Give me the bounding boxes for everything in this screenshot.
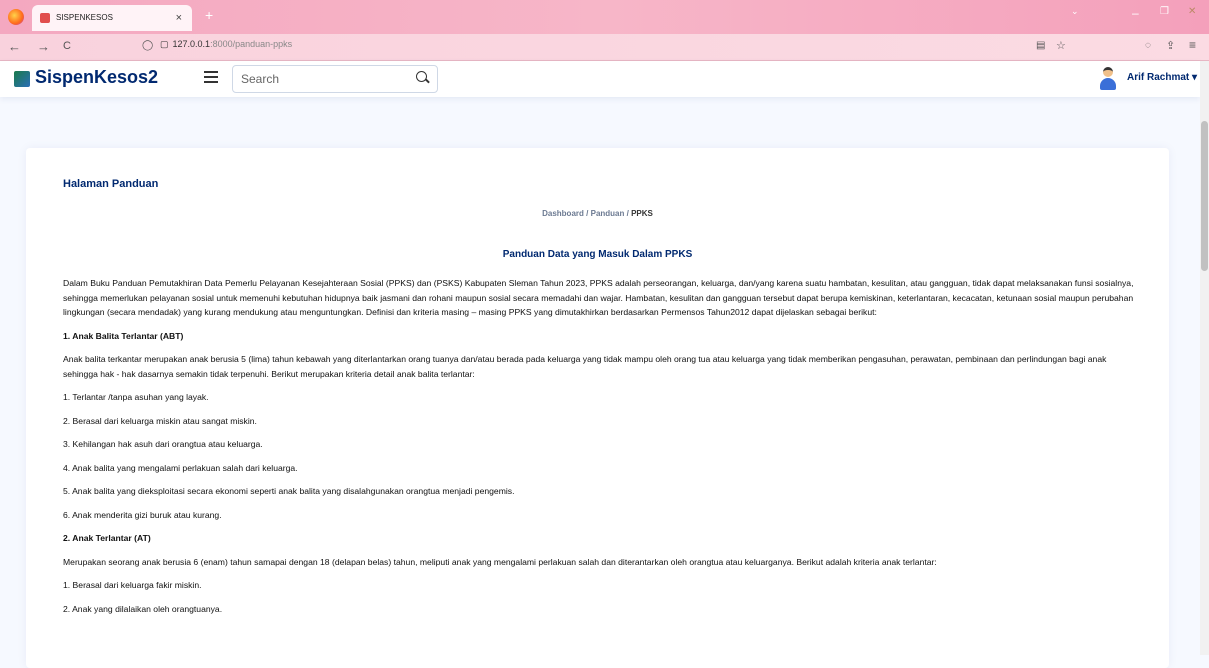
back-button[interactable]: ← xyxy=(8,39,21,54)
criteria-item: 5. Anak balita yang dieksploitasi secara… xyxy=(63,486,515,496)
extensions-icon[interactable]: ⇪ xyxy=(1166,39,1175,52)
section-description: Anak balita terkantar merupakan anak ber… xyxy=(63,354,1107,379)
close-tab-icon[interactable]: × xyxy=(176,5,182,31)
criteria-item: 1. Berasal dari keluarga fakir miskin. xyxy=(63,580,202,590)
criteria-item: 1. Terlantar /tanpa asuhan yang layak. xyxy=(63,392,209,402)
page-scrollbar[interactable] xyxy=(1200,61,1209,655)
restore-button[interactable]: ❐ xyxy=(1160,6,1169,17)
address-bar[interactable]: ▢ 127.0.0.1:8000/panduan-ppks xyxy=(160,39,292,50)
document-heading: Panduan Data yang Masuk Dalam PPKS xyxy=(502,249,693,260)
search-input[interactable] xyxy=(239,70,413,88)
scrollbar-thumb[interactable] xyxy=(1201,121,1208,271)
forward-button[interactable]: → xyxy=(37,39,50,54)
search-box xyxy=(232,65,438,93)
guide-card: Halaman Panduan Dashboard / Panduan / PP… xyxy=(26,148,1169,668)
pocket-icon[interactable]: ◌ xyxy=(1145,40,1151,51)
url-host: 127.0.0.1 xyxy=(172,39,211,49)
section-title: 2. Anak Terlantar (AT) xyxy=(63,533,151,543)
user-menu-toggle[interactable]: Arif Rachmat ▾ xyxy=(1127,72,1197,83)
firefox-logo-icon xyxy=(8,9,24,25)
criteria-item: 2. Anak yang dilalaikan oleh orangtuanya… xyxy=(63,603,223,614)
criteria-item: 3. Kehilangan hak asuh dari orangtua ata… xyxy=(63,439,263,449)
brand-logo-icon[interactable] xyxy=(14,71,30,87)
page-icon: ▢ xyxy=(160,39,169,49)
reload-button[interactable]: C xyxy=(63,40,71,52)
brand-name[interactable]: SispenKesos2 xyxy=(35,67,158,88)
url-path: :8000/panduan-ppks xyxy=(210,39,293,49)
list-tabs-icon[interactable]: ⌄ xyxy=(1071,6,1079,17)
criteria-item: 2. Berasal dari keluarga miskin atau san… xyxy=(63,415,257,426)
criteria-item: 4. Anak balita yang mengalami perlakuan … xyxy=(63,462,298,473)
breadcrumb-separator: / xyxy=(626,209,629,218)
browser-tab[interactable]: SISPENKESOS × xyxy=(32,5,192,31)
breadcrumb-panduan[interactable]: Panduan xyxy=(591,209,625,218)
user-avatar[interactable] xyxy=(1097,66,1119,90)
breadcrumb-dashboard[interactable]: Dashboard xyxy=(542,209,584,218)
site-favicon-icon xyxy=(40,13,50,23)
app-header: SispenKesos2 Arif Rachmat ▾ xyxy=(0,61,1200,97)
shield-icon[interactable]: ◯ xyxy=(142,40,153,51)
breadcrumb: Dashboard / Panduan / PPKS xyxy=(26,209,1169,218)
hamburger-menu-icon[interactable] xyxy=(204,71,218,83)
minimize-button[interactable]: – xyxy=(1132,6,1139,20)
search-icon[interactable] xyxy=(416,71,427,82)
guide-content: Dalam Buku Panduan Pemutakhiran Data Pem… xyxy=(63,276,1143,625)
close-window-button[interactable]: ✕ xyxy=(1188,6,1196,17)
reader-view-icon[interactable]: ▤ xyxy=(1036,40,1045,51)
bookmark-star-icon[interactable]: ☆ xyxy=(1056,39,1066,52)
new-tab-button[interactable]: + xyxy=(205,7,213,23)
menu-icon[interactable]: ≡ xyxy=(1189,38,1196,52)
criteria-item: 6. Anak menderita gizi buruk atau kurang… xyxy=(63,509,222,520)
page-title: Halaman Panduan xyxy=(63,178,159,190)
section-description: Merupakan seorang anak berusia 6 (enam) … xyxy=(63,556,937,567)
tab-title: SISPENKESOS xyxy=(56,13,113,22)
breadcrumb-separator: / xyxy=(586,209,589,218)
intro-paragraph: Dalam Buku Panduan Pemutakhiran Data Pem… xyxy=(63,278,1134,317)
browser-nav-bar: ← → C ◯ ▢ 127.0.0.1:8000/panduan-ppks ▤ ☆… xyxy=(0,34,1209,61)
browser-tab-bar: SISPENKESOS × + ⌄ – ❐ ✕ xyxy=(0,0,1209,34)
breadcrumb-current: PPKS xyxy=(631,209,653,218)
section-title: 1. Anak Balita Terlantar (ABT) xyxy=(63,330,184,341)
